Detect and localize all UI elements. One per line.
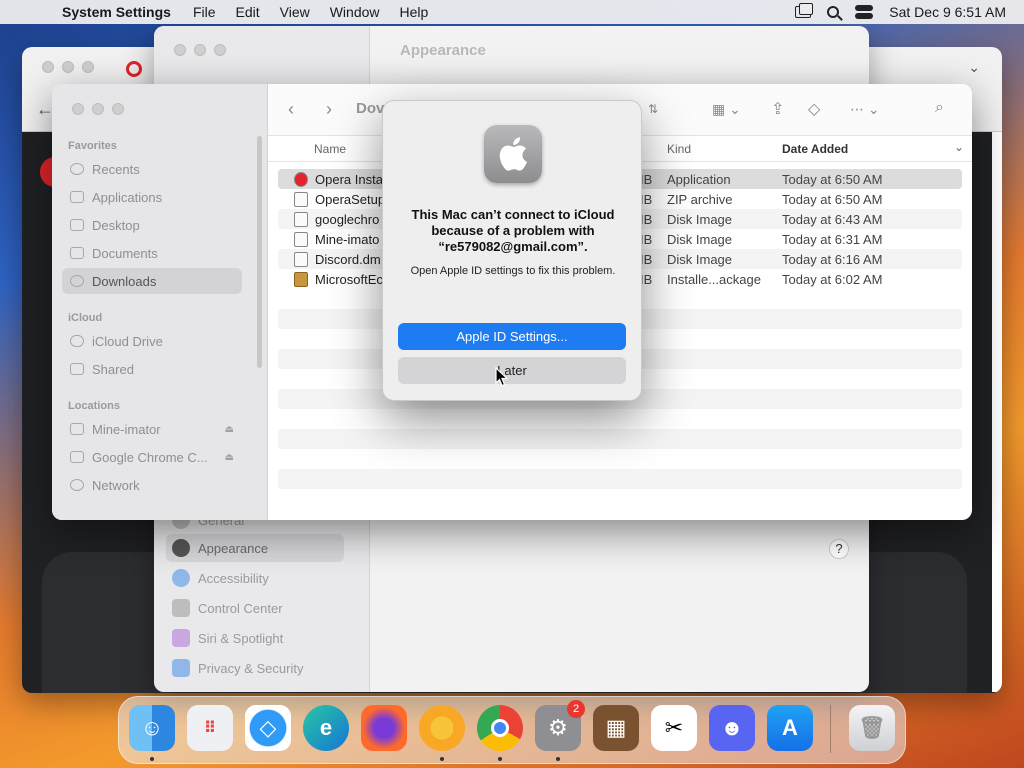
app-store-dock-icon[interactable]: A [767,705,813,751]
menu-file[interactable]: File [183,4,226,20]
settings-item-accessibility[interactable]: Accessibility [166,564,344,592]
edge-dock-icon[interactable]: e [303,705,349,751]
finder-dock-icon[interactable]: ☺ [129,705,175,751]
later-button[interactable]: Later [398,357,626,384]
control-center-icon[interactable] [855,5,874,19]
more-actions-icon[interactable]: ⋯ ⌄ [850,101,880,118]
menu-window[interactable]: Window [320,4,390,20]
globe-icon [70,479,84,491]
search-icon[interactable]: ⌕ [935,99,944,117]
dialog-title: This Mac can’t connect to iCloud because… [411,207,615,254]
desktop-icon [70,219,84,231]
menu-help[interactable]: Help [390,4,439,20]
minecraft-dock-icon[interactable]: ▦ [593,705,639,751]
launchpad-dock-icon[interactable]: ⠿ [187,705,233,751]
sidebar-item-recents[interactable]: Recents [62,156,242,182]
package-icon [294,271,308,287]
tag-icon[interactable]: ◇ [808,99,820,119]
chevron-down-icon[interactable]: ⌄ [968,59,980,76]
disk-image-icon [294,231,308,247]
capcut-dock-icon[interactable]: ✂ [651,705,697,751]
menu-edit[interactable]: Edit [226,4,270,20]
sidebar-item-google-chrome[interactable]: Google Chrome C... ⏏ [62,444,242,470]
dialog-message: Open Apple ID settings to fix this probl… [410,265,616,277]
back-chevron-icon[interactable]: ‹ [288,99,294,120]
sidebar-section-locations: Locations [68,400,120,412]
siri-icon [172,629,190,647]
sidebar-item-icloud-drive[interactable]: iCloud Drive [62,328,242,354]
menu-bar: System Settings File Edit View Window He… [0,0,1024,24]
sidebar-section-favorites: Favorites [68,140,117,152]
menu-app-name[interactable]: System Settings [52,4,183,20]
icloud-alert-dialog: This Mac can’t connect to iCloud because… [382,100,642,401]
accessibility-icon [172,569,190,587]
disk-icon [70,423,84,435]
settings-item-privacy-security[interactable]: Privacy & Security [166,654,344,682]
disk-image-icon [294,211,308,227]
trash-dock-icon[interactable]: 🗑 [849,705,895,751]
sidebar-scrollbar[interactable] [257,136,262,368]
sidebar-item-network[interactable]: Network [62,472,242,498]
path-stepper-icon[interactable]: ⇅ [648,102,658,116]
settings-item-control-center[interactable]: Control Center [166,594,344,622]
apple-id-settings-button[interactable]: Apple ID Settings... [398,323,626,350]
view-grid-icon[interactable]: ▦ ⌄ [712,101,741,118]
dock: ☺ ⠿ ◇ e ⚙ 2 ▦ ✂ ☻ A 🗑 [118,696,906,764]
disk-image-icon [294,251,308,267]
sidebar-item-desktop[interactable]: Desktop [62,212,242,238]
firefox-dock-icon[interactable] [361,705,407,751]
safari-dock-icon[interactable]: ◇ [245,705,291,751]
column-name[interactable]: Name [314,142,346,156]
control-center-icon [172,599,190,617]
sidebar-section-icloud: iCloud [68,312,103,324]
hand-icon [172,659,190,677]
share-icon[interactable]: ⇪ [771,99,784,119]
disk-icon [70,451,84,463]
eject-icon[interactable]: ⏏ [225,424,234,435]
menu-view[interactable]: View [270,4,320,20]
column-kind[interactable]: Kind [667,142,691,156]
finder-sidebar: Favorites Recents Applications Desktop D… [52,84,268,520]
sidebar-item-downloads[interactable]: Downloads [62,268,242,294]
help-button[interactable]: ? [829,539,849,559]
document-icon [70,247,84,259]
chrome-canary-dock-icon[interactable] [419,705,465,751]
settings-pane-title: Appearance [400,42,486,59]
spotlight-search-icon[interactable] [827,6,840,18]
opera-logo-icon [126,61,142,77]
screen-mirroring-icon[interactable] [795,3,814,18]
appearance-icon [172,539,190,557]
column-date-added[interactable]: Date Added [782,142,848,156]
download-icon [70,275,84,287]
chrome-dock-icon[interactable] [477,705,523,751]
sort-chevron-icon[interactable]: ⌄ [954,140,964,154]
settings-item-appearance[interactable]: Appearance [166,534,344,562]
system-settings-dock-icon[interactable]: ⚙ 2 [535,700,585,751]
sidebar-item-shared[interactable]: Shared [62,356,242,382]
apple-logo-icon [484,125,542,183]
clock-icon [70,163,84,175]
forward-chevron-icon[interactable]: › [326,99,332,120]
sidebar-item-mine-imator[interactable]: Mine-imator ⏏ [62,416,242,442]
discord-dock-icon[interactable]: ☻ [709,705,755,751]
sidebar-item-applications[interactable]: Applications [62,184,242,210]
mouse-pointer-icon [495,367,509,387]
zip-file-icon [294,191,308,207]
cloud-icon [70,335,84,347]
sidebar-item-documents[interactable]: Documents [62,240,242,266]
window-title: Dov [356,100,385,117]
opera-app-icon [294,171,308,187]
notification-badge: 2 [567,700,585,718]
window-controls[interactable] [72,103,124,115]
settings-item-siri-spotlight[interactable]: Siri & Spotlight [166,624,344,652]
applications-icon [70,191,84,203]
menubar-clock[interactable]: Sat Dec 9 6:51 AM [889,4,1006,20]
eject-icon[interactable]: ⏏ [225,452,234,463]
shared-folder-icon [70,363,84,375]
